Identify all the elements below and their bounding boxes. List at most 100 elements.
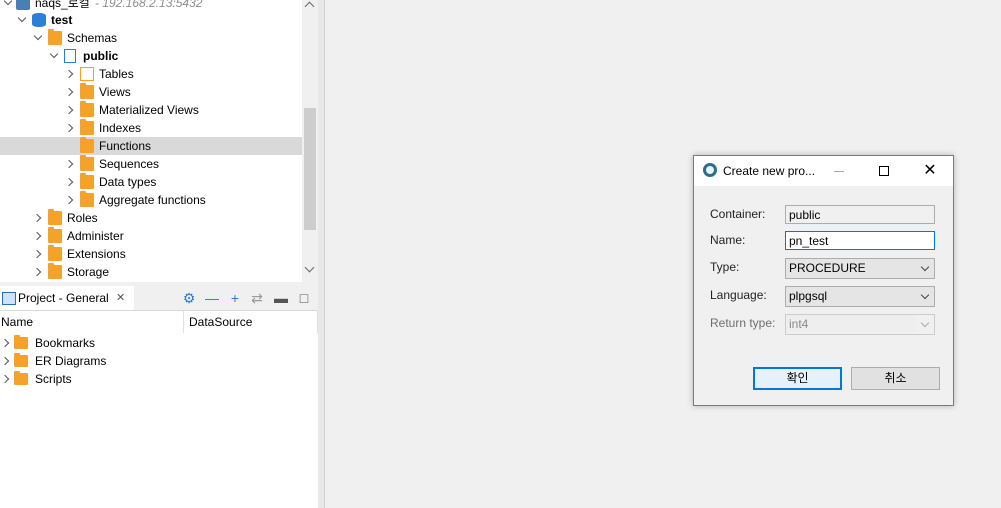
- project-row-scripts[interactable]: Scripts: [0, 370, 318, 388]
- chevron-right-icon[interactable]: [0, 352, 12, 370]
- chevron-right-icon[interactable]: [64, 101, 76, 119]
- chevron-right-icon[interactable]: [64, 173, 76, 191]
- chevron-right-icon[interactable]: [32, 227, 44, 245]
- tree-row-schemas[interactable]: Schemas: [0, 29, 302, 47]
- minimize-button[interactable]: [816, 156, 862, 186]
- storage-icon: [48, 263, 62, 279]
- scroll-down-icon[interactable]: [304, 262, 315, 273]
- project-icon: [2, 292, 16, 305]
- chevron-right-icon[interactable]: [64, 119, 76, 137]
- scripts-folder-icon: [14, 371, 28, 385]
- chevron-down-icon[interactable]: [48, 47, 60, 65]
- folder-icon: [80, 173, 94, 189]
- tab-project-general[interactable]: Project - General ✕: [0, 286, 134, 310]
- tree-row-sequences[interactable]: Sequences: [0, 155, 302, 173]
- folder-icon: [80, 119, 94, 135]
- maximize-button[interactable]: [861, 156, 907, 186]
- diagram-folder-icon: [14, 353, 28, 367]
- tree-row-public[interactable]: public: [0, 47, 302, 65]
- chevron-right-icon[interactable]: [64, 155, 76, 173]
- tree-item-label: Storage: [67, 265, 110, 279]
- view-icon: [80, 101, 94, 117]
- name-input[interactable]: pn_test: [785, 231, 935, 250]
- schemas-label: Schemas: [67, 31, 118, 45]
- tree-row-aggregate-functions[interactable]: Aggregate functions: [0, 191, 302, 209]
- type-value: PROCEDURE: [789, 261, 866, 275]
- tree-row-extensions[interactable]: Extensions: [0, 245, 302, 263]
- language-label: Language:: [710, 288, 767, 302]
- table-icon: [80, 67, 94, 81]
- bookmark-folder-icon: [14, 335, 28, 349]
- link-icon[interactable]: ⇄: [249, 290, 265, 306]
- tree-row-database[interactable]: test: [0, 11, 302, 29]
- chevron-right-icon[interactable]: [32, 263, 44, 281]
- tree-row-administer[interactable]: Administer: [0, 227, 302, 245]
- tree-item-label: Functions: [99, 139, 152, 153]
- schema-label: public: [83, 49, 119, 63]
- tree-row-views[interactable]: Views: [0, 83, 302, 101]
- folder-icon: [80, 137, 94, 153]
- database-navigator: naqs_로컬 - 192.168.2.13:5432 test Schemas…: [0, 0, 318, 282]
- close-button[interactable]: ✕: [907, 156, 953, 186]
- tree-item-label: Indexes: [99, 121, 142, 135]
- name-value: pn_test: [789, 234, 829, 248]
- scroll-up-icon[interactable]: [304, 1, 315, 12]
- database-label: test: [51, 13, 73, 27]
- navigator-scrollbar[interactable]: [302, 0, 318, 282]
- chevron-right-icon[interactable]: [32, 209, 44, 227]
- tree-row-indexes[interactable]: Indexes: [0, 119, 302, 137]
- tree-item-label: Tables: [99, 67, 134, 81]
- chevron-right-icon[interactable]: [64, 65, 76, 83]
- view-icon: [80, 83, 94, 99]
- project-panel: Name DataSource Bookmarks ER Diagrams Sc…: [0, 311, 318, 508]
- tree-item-label: Data types: [99, 175, 157, 189]
- return-type-label: Return type:: [710, 316, 776, 330]
- minimize-icon[interactable]: ▬: [273, 290, 289, 306]
- container-field[interactable]: public: [785, 205, 935, 224]
- chevron-down-icon: [920, 290, 930, 300]
- language-select[interactable]: plpgsql: [785, 286, 935, 307]
- project-row-er-diagrams[interactable]: ER Diagrams: [0, 352, 318, 370]
- expand-icon[interactable]: +: [227, 290, 243, 306]
- chevron-right-icon[interactable]: [64, 83, 76, 101]
- tree-row-data-types[interactable]: Data types: [0, 173, 302, 191]
- column-header-datasource[interactable]: DataSource: [184, 311, 318, 333]
- project-row-label: ER Diagrams: [35, 354, 107, 368]
- cancel-button[interactable]: 취소: [851, 367, 940, 390]
- chevron-down-icon: [920, 262, 930, 272]
- tree-row-materialized-views[interactable]: Materialized Views: [0, 101, 302, 119]
- gear-icon[interactable]: ⚙: [181, 290, 197, 306]
- folder-icon: [80, 191, 94, 207]
- panel-splitter[interactable]: [318, 0, 325, 508]
- administer-icon: [48, 227, 62, 243]
- tree-row-tables[interactable]: Tables: [0, 65, 302, 83]
- container-value: public: [789, 208, 821, 222]
- tree-item-label: Aggregate functions: [99, 193, 206, 207]
- maximize-icon[interactable]: □: [296, 290, 312, 306]
- chevron-right-icon[interactable]: [0, 334, 12, 352]
- type-select[interactable]: PROCEDURE: [785, 258, 935, 279]
- dialog-titlebar[interactable]: Create new pro... ✕: [694, 156, 953, 186]
- column-header-name[interactable]: Name: [0, 311, 184, 333]
- tree-item-label: Administer: [67, 229, 124, 243]
- chevron-down-icon: [920, 318, 930, 328]
- project-row-bookmarks[interactable]: Bookmarks: [0, 334, 318, 352]
- chevron-right-icon[interactable]: [64, 191, 76, 209]
- chevron-down-icon[interactable]: [16, 11, 28, 29]
- chevron-right-icon[interactable]: [0, 370, 12, 388]
- tree-row-roles[interactable]: Roles: [0, 209, 302, 227]
- roles-icon: [48, 209, 62, 225]
- tree-item-label: Roles: [67, 211, 98, 225]
- tree-row-functions[interactable]: Functions: [0, 137, 302, 155]
- collapse-icon[interactable]: —: [204, 290, 220, 306]
- chevron-right-icon[interactable]: [32, 245, 44, 263]
- scrollbar-thumb[interactable]: [304, 108, 316, 230]
- return-type-value: int4: [789, 317, 809, 331]
- return-type-select[interactable]: int4: [785, 314, 935, 335]
- ok-button[interactable]: 확인: [753, 367, 842, 390]
- connection-icon: [16, 0, 30, 10]
- chevron-down-icon[interactable]: [32, 29, 44, 47]
- close-icon[interactable]: ✕: [116, 286, 125, 310]
- tree-row-storage[interactable]: Storage: [0, 263, 302, 281]
- tree-item-label: Extensions: [67, 247, 126, 261]
